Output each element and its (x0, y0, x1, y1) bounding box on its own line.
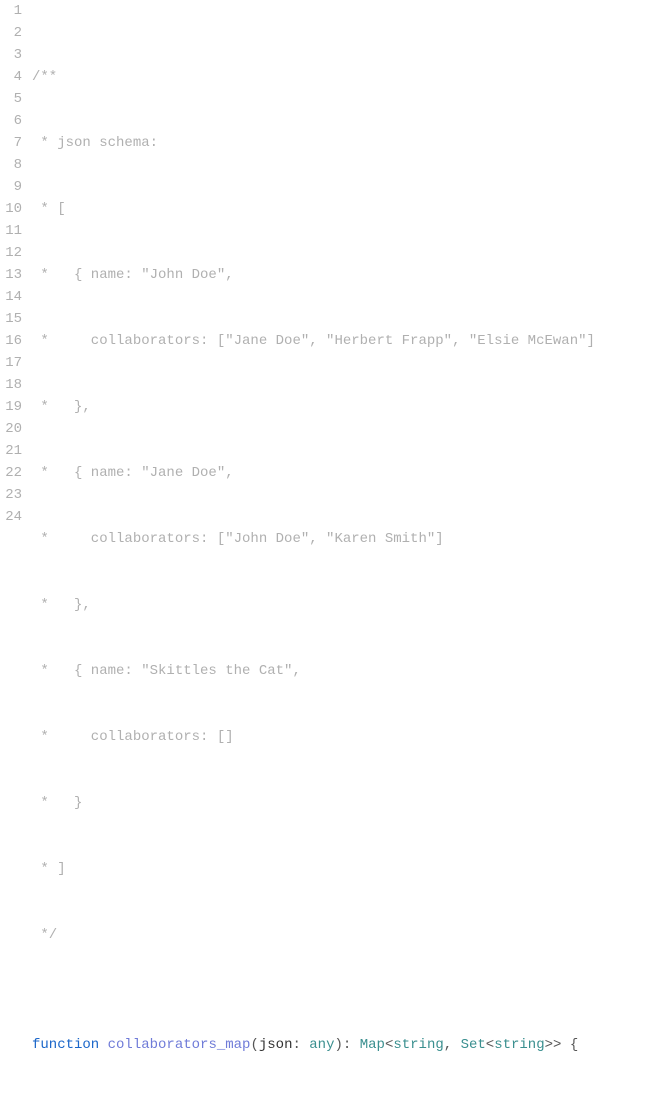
type: Set (461, 1037, 486, 1053)
line-number: 19 (0, 396, 22, 418)
line-number: 4 (0, 66, 22, 88)
punct: , (444, 1037, 461, 1053)
line-number-gutter: 1 2 3 4 5 6 7 8 9 10 11 12 13 14 15 16 1… (0, 0, 28, 560)
punct: < (385, 1037, 393, 1053)
code-line[interactable]: * collaborators: [] (32, 726, 650, 748)
line-number: 18 (0, 374, 22, 396)
code-line[interactable]: * json schema: (32, 132, 650, 154)
code-line[interactable]: * collaborators: ["John Doe", "Karen Smi… (32, 528, 650, 550)
comment-text: * }, (32, 597, 91, 613)
line-number: 1 (0, 0, 22, 22)
code-editor[interactable]: 1 2 3 4 5 6 7 8 9 10 11 12 13 14 15 16 1… (0, 0, 650, 560)
comment-text: */ (32, 927, 57, 943)
code-line[interactable]: /** (32, 66, 650, 88)
code-line[interactable]: * [ (32, 198, 650, 220)
punct: { (570, 1037, 578, 1053)
function-name: collaborators_map (108, 1037, 251, 1053)
line-number: 2 (0, 22, 22, 44)
comment-text: * { name: "John Doe", (32, 267, 234, 283)
line-number: 11 (0, 220, 22, 242)
code-line[interactable]: * }, (32, 594, 650, 616)
comment-text: * { name: "Skittles the Cat", (32, 663, 301, 679)
code-line[interactable]: * } (32, 792, 650, 814)
line-number: 17 (0, 352, 22, 374)
type: string (494, 1037, 544, 1053)
line-number: 14 (0, 286, 22, 308)
comment-text: * } (32, 795, 82, 811)
type: string (393, 1037, 443, 1053)
comment-text: * collaborators: [] (32, 729, 234, 745)
code-line[interactable]: * { name: "John Doe", (32, 264, 650, 286)
line-number: 6 (0, 110, 22, 132)
line-number: 15 (0, 308, 22, 330)
comment-text: * }, (32, 399, 91, 415)
comment-text: /** (32, 69, 57, 85)
comment-text: * json schema: (32, 135, 158, 151)
line-number: 8 (0, 154, 22, 176)
comment-text: * collaborators: ["Jane Doe", "Herbert F… (32, 333, 595, 349)
param: json (259, 1037, 293, 1053)
code-line[interactable]: */ (32, 924, 650, 946)
line-number: 3 (0, 44, 22, 66)
space (99, 1037, 107, 1053)
line-number: 22 (0, 462, 22, 484)
line-number: 20 (0, 418, 22, 440)
comment-text: * [ (32, 201, 66, 217)
comment-text: * collaborators: ["John Doe", "Karen Smi… (32, 531, 444, 547)
code-line[interactable]: * collaborators: ["Jane Doe", "Herbert F… (32, 330, 650, 352)
code-line[interactable]: * { name: "Jane Doe", (32, 462, 650, 484)
line-number: 24 (0, 506, 22, 528)
line-number: 9 (0, 176, 22, 198)
line-number: 23 (0, 484, 22, 506)
line-number: 21 (0, 440, 22, 462)
punct: : (292, 1037, 309, 1053)
code-line[interactable]: function collaborators_map(json: any): M… (32, 1034, 650, 1056)
code-line[interactable]: * { name: "Skittles the Cat", (32, 660, 650, 682)
punct: : (343, 1037, 360, 1053)
keyword: function (32, 1037, 99, 1053)
punct: ( (250, 1037, 258, 1053)
comment-text: * { name: "Jane Doe", (32, 465, 234, 481)
comment-text: * ] (32, 861, 66, 877)
line-number: 10 (0, 198, 22, 220)
type: any (309, 1037, 334, 1053)
punct: ) (335, 1037, 343, 1053)
line-number: 13 (0, 264, 22, 286)
punct: >> (545, 1037, 570, 1053)
line-number: 5 (0, 88, 22, 110)
line-number: 7 (0, 132, 22, 154)
code-line[interactable]: * }, (32, 396, 650, 418)
code-line[interactable]: * ] (32, 858, 650, 880)
type: Map (360, 1037, 385, 1053)
punct: < (486, 1037, 494, 1053)
code-area[interactable]: /** * json schema: * [ * { name: "John D… (28, 0, 650, 560)
line-number: 12 (0, 242, 22, 264)
line-number: 16 (0, 330, 22, 352)
